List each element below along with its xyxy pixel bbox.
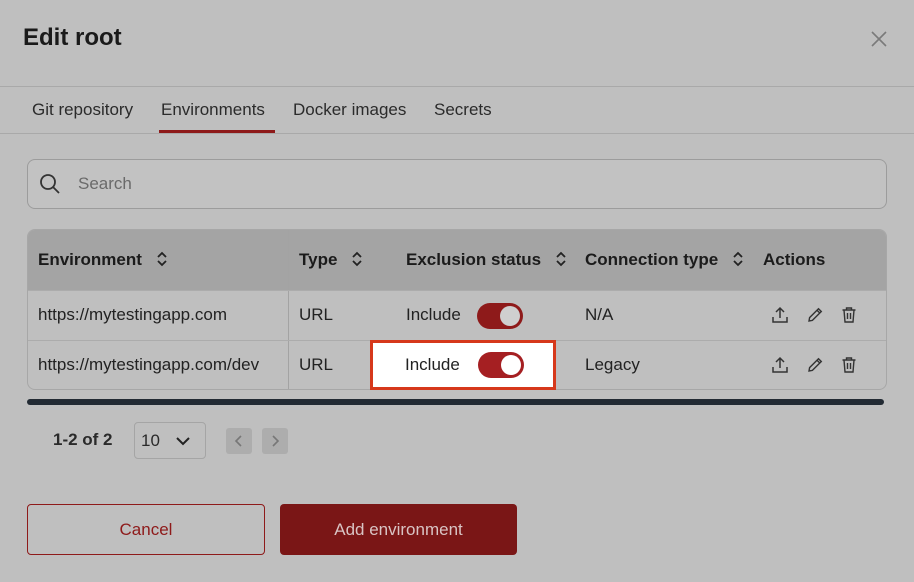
tab-docker-images[interactable]: Docker images [293, 88, 406, 133]
column-header-type[interactable]: Type [299, 230, 362, 290]
column-header-environment[interactable]: Environment [38, 230, 167, 290]
horizontal-scrollbar[interactable] [27, 399, 884, 405]
dialog-title: Edit root [23, 24, 122, 51]
trash-icon[interactable] [840, 306, 858, 324]
sort-icon [157, 251, 167, 266]
column-label: Exclusion status [406, 250, 542, 269]
chevron-left-icon [234, 435, 242, 447]
chevron-right-icon [272, 435, 280, 447]
close-icon [871, 31, 887, 47]
pencil-icon[interactable] [806, 356, 824, 374]
highlighted-exclusion-cell: Include [370, 340, 556, 390]
add-environment-button[interactable]: Add environment [280, 504, 517, 555]
connection-type: Legacy [585, 355, 640, 374]
upload-icon[interactable] [771, 356, 789, 374]
table-header: Environment Type Exclusion status Connec… [28, 230, 886, 290]
toggle-knob [500, 306, 520, 326]
sort-icon [733, 251, 743, 266]
dialog-header: Edit root [0, 0, 914, 87]
column-header-actions: Actions [763, 250, 826, 269]
tab-secrets[interactable]: Secrets [434, 88, 492, 133]
tab-environments[interactable]: Environments [159, 88, 275, 133]
environment-type: URL [299, 305, 334, 324]
tab-git-repository[interactable]: Git repository [32, 88, 133, 133]
search-icon [38, 172, 62, 196]
cancel-button[interactable]: Cancel [27, 504, 265, 555]
pencil-icon[interactable] [806, 306, 824, 324]
column-header-connection-type[interactable]: Connection type [585, 230, 743, 290]
exclusion-status-label: Include [406, 305, 461, 324]
close-button[interactable] [868, 28, 890, 50]
search-box [27, 159, 887, 209]
exclusion-toggle[interactable] [477, 303, 523, 329]
environment-type: URL [299, 355, 334, 374]
trash-icon[interactable] [840, 356, 858, 374]
chevron-down-icon [176, 437, 190, 446]
tab-bar: Git repository Environments Docker image… [0, 88, 914, 134]
column-label: Connection type [585, 250, 719, 269]
upload-icon[interactable] [771, 306, 789, 324]
sort-icon [556, 251, 566, 266]
pagination-range: 1-2 of 2 [53, 430, 113, 449]
sort-icon [352, 251, 362, 266]
next-page-button[interactable] [262, 428, 288, 454]
environment-url: https://mytestingapp.com [38, 305, 227, 324]
column-header-exclusion-status[interactable]: Exclusion status [406, 230, 566, 290]
exclusion-toggle[interactable] [478, 352, 524, 378]
column-label: Type [299, 250, 338, 269]
connection-type: N/A [585, 305, 614, 324]
search-input[interactable] [78, 160, 868, 208]
exclusion-status-label: Include [405, 355, 460, 374]
environment-url: https://mytestingapp.com/dev [38, 355, 260, 374]
table-row: https://mytestingapp.com URL Include N/A [28, 290, 886, 340]
toggle-knob [501, 355, 521, 375]
previous-page-button[interactable] [226, 428, 252, 454]
column-label: Environment [38, 250, 142, 269]
page-size-value: 10 [141, 431, 160, 450]
page-size-select[interactable]: 10 [134, 422, 206, 459]
